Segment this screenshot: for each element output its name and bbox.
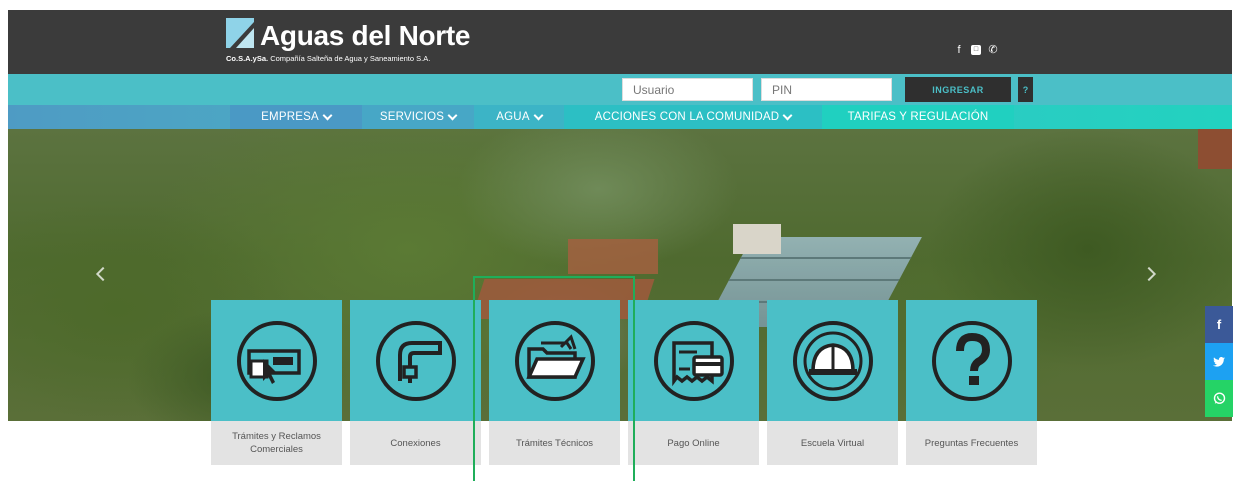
- side-twitter-button[interactable]: [1205, 343, 1233, 380]
- nav-label: EMPRESA: [261, 111, 319, 123]
- tile-icon-area: [628, 300, 759, 421]
- logo-mark-icon: [226, 18, 254, 48]
- hero-scenery: [733, 224, 781, 254]
- service-tile-pago-online[interactable]: Pago Online: [628, 300, 759, 465]
- facebook-icon: f: [1216, 317, 1222, 332]
- nav-label: SERVICIOS: [379, 111, 445, 123]
- login-bar: INGRESAR ?: [8, 74, 1232, 105]
- nav-item-tarifas[interactable]: TARIFAS Y REGULACIÓN: [822, 105, 1014, 129]
- service-tile-tramites-tecnicos[interactable]: Trámites Técnicos: [489, 300, 620, 465]
- twitter-icon: [1213, 356, 1225, 367]
- service-tile-preguntas-frecuentes[interactable]: Preguntas Frecuentes: [906, 300, 1037, 465]
- header-social-links: f □ ✆: [954, 45, 998, 56]
- tile-icon-area: [767, 300, 898, 421]
- hard-hat-icon: [792, 320, 873, 401]
- slider-prev-arrow-icon[interactable]: [95, 266, 111, 282]
- whatsapp-icon: [1213, 392, 1225, 404]
- page: Aguas del Norte Co.S.A.ySa. Compañía Sal…: [0, 0, 1233, 481]
- service-tile-escuela-virtual[interactable]: Escuela Virtual: [767, 300, 898, 465]
- tile-caption: Pago Online: [628, 421, 759, 465]
- login-button[interactable]: INGRESAR: [905, 77, 1011, 102]
- chevron-down-icon: [782, 110, 793, 120]
- nav-label: ACCIONES CON LA COMUNIDAD: [594, 111, 780, 123]
- payment-card-icon: [653, 320, 734, 401]
- tile-icon-area: [489, 300, 620, 421]
- brand-tagline: Co.S.A.ySa. Compañía Salteña de Agua y S…: [226, 54, 430, 63]
- service-tile-conexiones[interactable]: Conexiones: [350, 300, 481, 465]
- chevron-down-icon: [322, 110, 333, 120]
- faucet-icon: [375, 320, 456, 401]
- help-button[interactable]: ?: [1018, 77, 1033, 102]
- question-icon: [931, 320, 1012, 401]
- whatsapp-icon[interactable]: ✆: [988, 45, 998, 56]
- tile-caption: Escuela Virtual: [767, 421, 898, 465]
- facebook-icon[interactable]: f: [954, 45, 964, 56]
- tile-caption: Trámites y Reclamos Comerciales: [211, 421, 342, 465]
- username-input[interactable]: [622, 78, 753, 101]
- pin-input[interactable]: [761, 78, 892, 101]
- chevron-down-icon: [533, 110, 544, 120]
- folder-icon: [514, 320, 595, 401]
- nav-item-empresa[interactable]: EMPRESA: [230, 105, 362, 129]
- side-whatsapp-button[interactable]: [1205, 380, 1233, 417]
- nav-label: AGUA: [496, 111, 530, 123]
- hero-slider: [8, 129, 1232, 421]
- tile-caption: Preguntas Frecuentes: [906, 421, 1037, 465]
- service-tile-tramites-comerciales[interactable]: Trámites y Reclamos Comerciales: [211, 300, 342, 465]
- hero-scenery: [1198, 129, 1232, 169]
- brand-name: Aguas del Norte: [260, 20, 471, 51]
- tile-caption: Trámites Técnicos: [489, 421, 620, 465]
- tile-caption: Conexiones: [350, 421, 481, 465]
- slider-next-arrow-icon[interactable]: [1141, 266, 1157, 282]
- tile-icon-area: [211, 300, 342, 421]
- side-facebook-button[interactable]: f: [1205, 306, 1233, 343]
- nav-label: TARIFAS Y REGULACIÓN: [847, 111, 989, 123]
- tile-icon-area: [350, 300, 481, 421]
- site-logo[interactable]: Aguas del Norte Co.S.A.ySa. Compañía Sal…: [226, 18, 471, 70]
- nav-item-acciones-comunidad[interactable]: ACCIONES CON LA COMUNIDAD: [564, 105, 822, 129]
- form-click-icon: [236, 320, 317, 401]
- instagram-icon[interactable]: □: [971, 45, 981, 55]
- tile-icon-area: [906, 300, 1037, 421]
- top-header: Aguas del Norte Co.S.A.ySa. Compañía Sal…: [8, 10, 1232, 74]
- tagline-bold: Co.S.A.ySa.: [226, 54, 269, 63]
- hero-scenery: [568, 239, 658, 274]
- chevron-down-icon: [447, 110, 458, 120]
- main-nav: EMPRESA SERVICIOS AGUA ACCIONES CON LA C…: [8, 105, 1232, 129]
- nav-item-agua[interactable]: AGUA: [474, 105, 564, 129]
- nav-item-servicios[interactable]: SERVICIOS: [362, 105, 474, 129]
- tagline-text: Compañía Salteña de Agua y Saneamiento S…: [270, 54, 431, 63]
